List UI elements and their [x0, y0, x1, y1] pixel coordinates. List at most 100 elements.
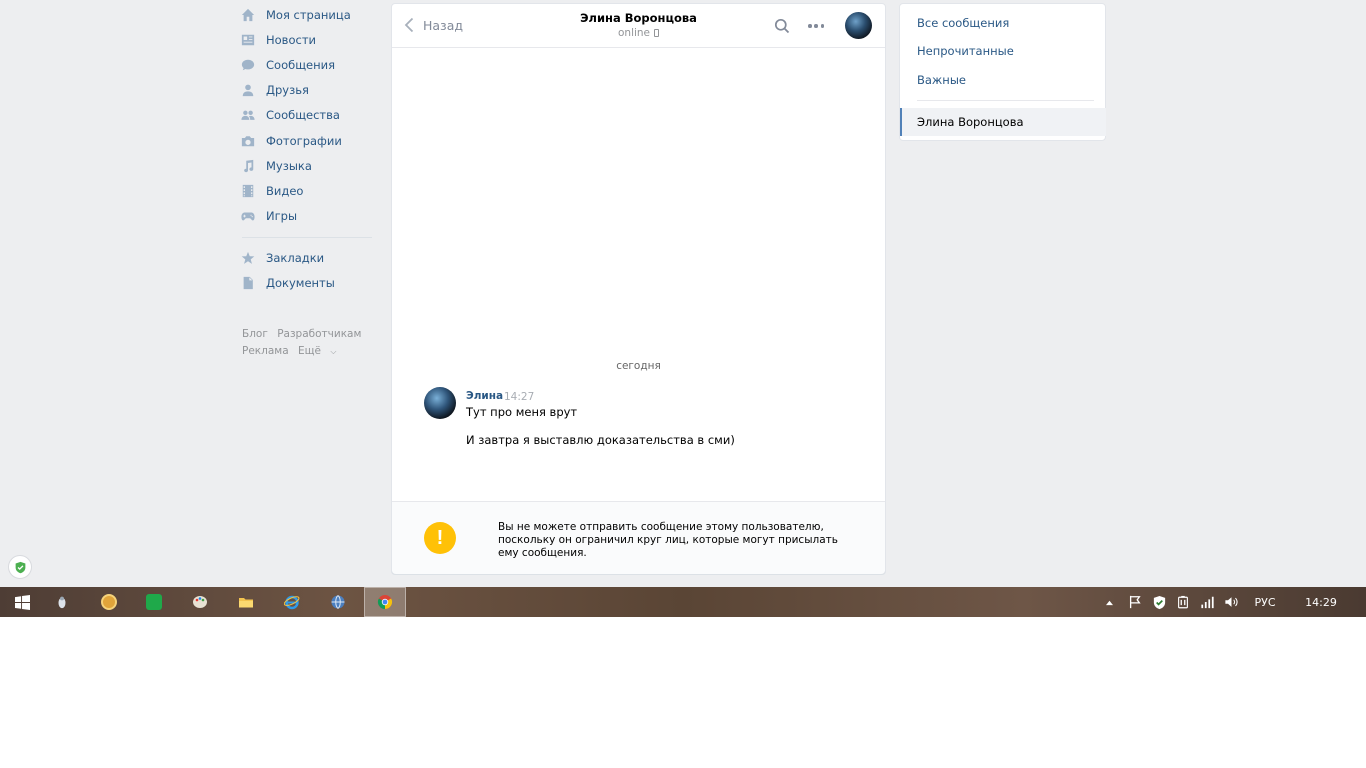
chevron-down-icon: ⌵ [330, 347, 337, 357]
footer-link-ads[interactable]: Реклама [242, 345, 289, 357]
nav-divider [242, 236, 372, 238]
gamepad-icon [240, 208, 256, 224]
more-dot-icon [814, 24, 818, 28]
mobile-phone-icon [654, 29, 660, 37]
footer-link-more[interactable]: Ещё ⌵ [298, 345, 342, 357]
search-button[interactable] [774, 18, 790, 34]
taskbar-app-paint[interactable] [178, 587, 222, 617]
globe-icon [331, 595, 345, 609]
warning-text: Вы не можете отправить сообщение этому п… [498, 521, 838, 559]
internet-explorer-icon [284, 595, 300, 610]
tray-battery[interactable] [1173, 587, 1193, 617]
left-nav: Моя страница Новости Сообщения Друзья Со… [240, 2, 375, 360]
filter-all-messages[interactable]: Все сообщения [917, 16, 1009, 30]
nav-item-photos[interactable]: Фотографии [240, 128, 375, 153]
tray-action-center-flag[interactable] [1125, 587, 1145, 617]
communities-icon [240, 107, 256, 123]
blank-area-below-screen [0, 617, 1366, 768]
peer-status-text: online [617, 27, 651, 39]
nav-item-bookmarks[interactable]: Закладки [240, 246, 375, 271]
antivirus-icon [58, 596, 66, 609]
active-conversation-label: Элина Воронцова [917, 115, 1024, 129]
message-text: И завтра я выставлю доказательства в сми… [466, 433, 735, 447]
message-text: Тут про меня врут [466, 405, 578, 419]
warning-icon: ! [424, 522, 456, 554]
message-filters: Все сообщения Непрочитанные Важные Элина… [899, 3, 1106, 141]
chat-footer-notice: ! Вы не можете отправить сообщение этому… [392, 501, 885, 574]
nav-item-label: Игры [266, 209, 298, 224]
tray-security[interactable] [1149, 587, 1169, 617]
search-icon [774, 18, 790, 34]
video-icon [240, 183, 256, 199]
message-time[interactable]: 14:27 [504, 391, 534, 403]
nav-item-messages[interactable]: Сообщения [240, 52, 375, 77]
speaker-icon [1224, 597, 1238, 607]
tray-clock[interactable]: 14:29 [1300, 587, 1342, 617]
nav-item-friends[interactable]: Друзья [240, 78, 375, 103]
nav-item-label: Фотографии [266, 133, 342, 148]
shield-icon[interactable] [8, 555, 32, 579]
nav-item-news[interactable]: Новости [240, 27, 375, 52]
nav-item-video[interactable]: Видео [240, 178, 375, 203]
taskbar-app-chrome[interactable] [364, 587, 406, 617]
message-author[interactable]: Элина [466, 390, 503, 402]
star-icon [240, 250, 256, 266]
tray-show-hidden-button[interactable] [1100, 587, 1118, 617]
more-actions-button[interactable] [806, 16, 826, 36]
nav-item-label: Друзья [266, 83, 309, 98]
nav-item-label: Моя страница [266, 7, 351, 22]
tray-language[interactable]: РУС [1247, 587, 1283, 617]
nav-item-label: Документы [266, 276, 335, 291]
nav-item-label: Музыка [266, 158, 312, 173]
start-button[interactable] [0, 587, 44, 617]
nav-item-games[interactable]: Игры [240, 204, 375, 229]
battery-plug-icon [1178, 595, 1188, 608]
paint-palette-icon [193, 596, 207, 608]
filter-active-conversation[interactable]: Элина Воронцова [900, 108, 1106, 136]
peer-avatar[interactable] [845, 12, 872, 39]
filter-important[interactable]: Важные [917, 73, 966, 87]
filter-unread[interactable]: Непрочитанные [917, 44, 1014, 58]
nav-item-label: Сообщества [266, 108, 340, 123]
chevron-up-icon [1105, 600, 1113, 605]
date-separator: сегодня [616, 360, 661, 372]
chat-panel: Назад Элина Воронцова online сегодня Эли… [391, 3, 886, 574]
nav-item-documents[interactable]: Документы [240, 271, 375, 296]
more-dot-icon [808, 24, 812, 28]
chat-header: Назад Элина Воронцова online [392, 4, 885, 48]
taskbar-app-antivirus[interactable] [40, 587, 84, 617]
home-icon [240, 7, 256, 23]
taskbar-app-store[interactable] [132, 587, 176, 617]
windows-logo-icon [14, 594, 30, 610]
chrome-icon [377, 595, 393, 610]
store-icon [146, 594, 162, 610]
messages-icon [240, 57, 256, 73]
taskbar-app-explorer[interactable] [224, 587, 268, 617]
signal-bars-icon [1200, 596, 1214, 609]
nav-item-label: Видео [266, 183, 304, 198]
taskbar-app-files[interactable] [87, 587, 131, 617]
filter-divider [917, 100, 1094, 101]
friends-icon [240, 82, 256, 98]
taskbar-app-network[interactable] [316, 587, 360, 617]
nav-footer-links: Блог Разработчикам Реклама Ещё ⌵ [240, 326, 375, 360]
shield-check-icon [1153, 595, 1165, 609]
music-icon [240, 158, 256, 174]
taskbar: РУС 14:29 [0, 587, 1366, 617]
news-icon [240, 32, 256, 48]
flag-icon [1129, 595, 1141, 609]
more-dot-icon [820, 24, 824, 28]
footer-more-label: Ещё [297, 345, 321, 358]
tray-network[interactable] [1197, 587, 1217, 617]
document-icon [240, 275, 256, 291]
tray-volume[interactable] [1220, 587, 1242, 617]
shield-check-icon [15, 561, 25, 573]
browser-viewport: Моя страница Новости Сообщения Друзья Со… [0, 0, 1366, 617]
nav-item-my-page[interactable]: Моя страница [240, 2, 375, 27]
taskbar-app-ie[interactable] [270, 587, 314, 617]
footer-link-blog[interactable]: Блог [242, 328, 268, 340]
footer-link-developers[interactable]: Разработчикам [277, 328, 361, 340]
nav-item-communities[interactable]: Сообщества [240, 103, 375, 128]
nav-item-music[interactable]: Музыка [240, 153, 375, 178]
message-author-avatar[interactable] [424, 387, 456, 419]
